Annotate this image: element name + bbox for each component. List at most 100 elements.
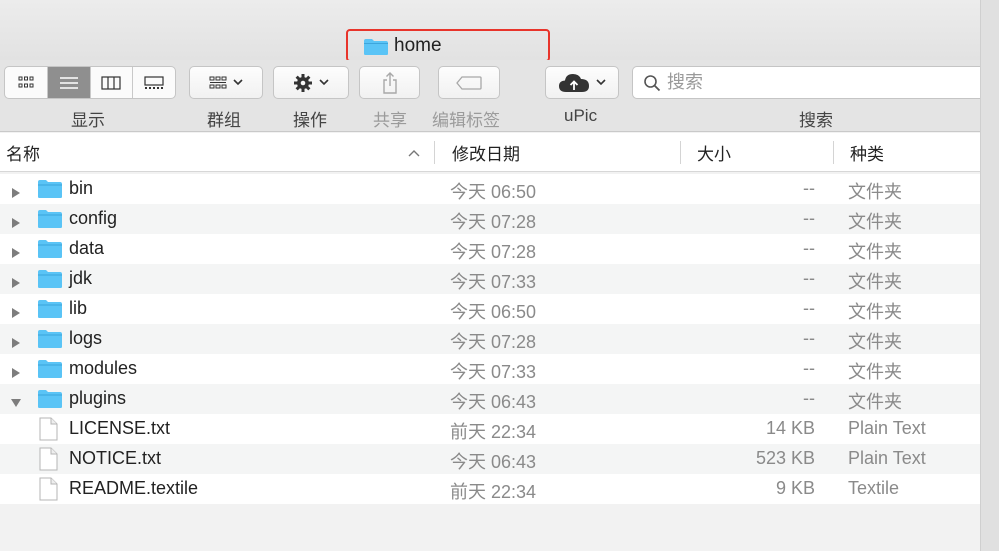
view-label: 显示 xyxy=(71,111,105,130)
disclosure-collapsed-icon[interactable] xyxy=(10,183,22,198)
share-label: 共享 xyxy=(373,111,407,130)
file-modified: 今天 07:28 xyxy=(450,332,537,352)
file-list: bin 今天 06:50 -- 文件夹 config 今天 07:28 -- 文件夹 data 今… xyxy=(0,174,980,504)
window-edge xyxy=(980,0,999,551)
gear-icon xyxy=(294,73,312,92)
folder-icon xyxy=(37,329,63,354)
list-item[interactable]: NOTICE.txt 今天 06:43 523 KB Plain Text xyxy=(0,444,980,474)
file-modified: 今天 06:50 xyxy=(450,302,537,322)
list-view-button[interactable] xyxy=(47,67,91,98)
file-kind: 文件夹 xyxy=(848,212,902,232)
sort-ascending-icon xyxy=(408,133,420,172)
file-name: modules xyxy=(69,358,138,378)
file-modified: 前天 22:34 xyxy=(450,422,537,442)
file-name: NOTICE.txt xyxy=(69,448,162,468)
file-name: data xyxy=(69,238,105,258)
folder-icon xyxy=(37,269,63,294)
list-item[interactable]: plugins 今天 06:43 -- 文件夹 xyxy=(0,384,980,414)
file-modified: 今天 06:43 xyxy=(450,392,537,412)
list-item[interactable]: config 今天 07:28 -- 文件夹 xyxy=(0,204,980,234)
file-modified: 今天 07:28 xyxy=(450,212,537,232)
window-title: home xyxy=(346,29,550,62)
group-button[interactable] xyxy=(189,66,263,99)
folder-icon xyxy=(37,179,63,204)
upic-label: uPic xyxy=(564,106,598,125)
share-button[interactable] xyxy=(359,66,420,99)
gallery-view-button[interactable] xyxy=(133,67,175,98)
edit-tags-button[interactable] xyxy=(438,66,500,99)
list-item[interactable]: LICENSE.txt 前天 22:34 14 KB Plain Text xyxy=(0,414,980,444)
folder-icon xyxy=(37,359,63,384)
file-kind: Plain Text xyxy=(848,418,926,438)
column-header-name-label: 名称 xyxy=(6,145,40,164)
group-icon xyxy=(209,76,227,88)
list-item[interactable]: lib 今天 06:50 -- 文件夹 xyxy=(0,294,980,324)
file-kind: 文件夹 xyxy=(848,392,902,412)
file-size: -- xyxy=(803,178,815,198)
action-button[interactable] xyxy=(273,66,349,99)
document-icon xyxy=(37,447,59,476)
column-divider[interactable] xyxy=(833,141,834,164)
list-item[interactable]: bin 今天 06:50 -- 文件夹 xyxy=(0,174,980,204)
list-item[interactable]: jdk 今天 07:33 -- 文件夹 xyxy=(0,264,980,294)
file-size: 14 KB xyxy=(765,418,815,438)
cloud-upload-icon xyxy=(559,73,589,92)
chevron-down-icon xyxy=(596,79,606,86)
icon-view-button[interactable] xyxy=(5,67,48,98)
file-size: 9 KB xyxy=(775,478,815,498)
column-header-kind[interactable]: 种类 xyxy=(850,133,884,172)
file-kind: 文件夹 xyxy=(848,272,902,292)
disclosure-collapsed-icon[interactable] xyxy=(10,273,22,288)
grid-icon xyxy=(18,76,34,87)
file-size: -- xyxy=(803,358,815,378)
disclosure-collapsed-icon[interactable] xyxy=(10,333,22,348)
file-name: bin xyxy=(69,178,94,198)
file-kind: 文件夹 xyxy=(848,332,902,352)
column-divider[interactable] xyxy=(434,141,435,164)
disclosure-collapsed-icon[interactable] xyxy=(10,213,22,228)
file-size: -- xyxy=(803,298,815,318)
upic-button[interactable] xyxy=(545,66,619,99)
column-header-kind-label: 种类 xyxy=(850,145,884,164)
disclosure-collapsed-icon[interactable] xyxy=(10,243,22,258)
file-name: logs xyxy=(69,328,103,348)
action-label: 操作 xyxy=(293,111,327,130)
column-divider[interactable] xyxy=(680,141,681,164)
window-title-text: home xyxy=(394,35,442,56)
window-titlebar: home xyxy=(0,0,980,62)
folder-icon xyxy=(363,38,389,61)
column-header-size-label: 大小 xyxy=(697,145,731,164)
folder-icon xyxy=(37,209,63,234)
file-size: -- xyxy=(803,208,815,228)
group-label: 群组 xyxy=(207,111,241,130)
file-size: -- xyxy=(803,328,815,348)
column-view-button[interactable] xyxy=(91,67,134,98)
file-name: jdk xyxy=(69,268,93,288)
chevron-down-icon xyxy=(233,79,243,86)
search-icon xyxy=(644,74,661,91)
disclosure-collapsed-icon[interactable] xyxy=(10,303,22,318)
disclosure-expanded-icon[interactable] xyxy=(10,393,22,407)
search-label: 搜索 xyxy=(799,111,833,130)
file-kind: 文件夹 xyxy=(848,242,902,262)
view-mode-control xyxy=(4,66,176,99)
list-item[interactable]: data 今天 07:28 -- 文件夹 xyxy=(0,234,980,264)
file-name: plugins xyxy=(69,388,127,408)
list-item[interactable]: README.textile 前天 22:34 9 KB Textile xyxy=(0,474,980,504)
column-header-name[interactable]: 名称 xyxy=(6,133,40,172)
search-input[interactable] xyxy=(667,72,957,93)
list-item[interactable]: logs 今天 07:28 -- 文件夹 xyxy=(0,324,980,354)
list-icon xyxy=(59,76,78,89)
folder-icon xyxy=(37,299,63,324)
search-box[interactable] xyxy=(632,66,980,99)
column-header-modified[interactable]: 修改日期 xyxy=(452,133,520,172)
file-kind: 文件夹 xyxy=(848,302,902,322)
empty-list-area xyxy=(0,504,980,551)
file-size: 523 KB xyxy=(755,448,815,468)
file-size: -- xyxy=(803,268,815,288)
edit-tags-label: 编辑标签 xyxy=(432,111,500,130)
column-header-size[interactable]: 大小 xyxy=(697,133,731,172)
columns-icon xyxy=(101,75,121,90)
list-item[interactable]: modules 今天 07:33 -- 文件夹 xyxy=(0,354,980,384)
disclosure-collapsed-icon[interactable] xyxy=(10,363,22,378)
